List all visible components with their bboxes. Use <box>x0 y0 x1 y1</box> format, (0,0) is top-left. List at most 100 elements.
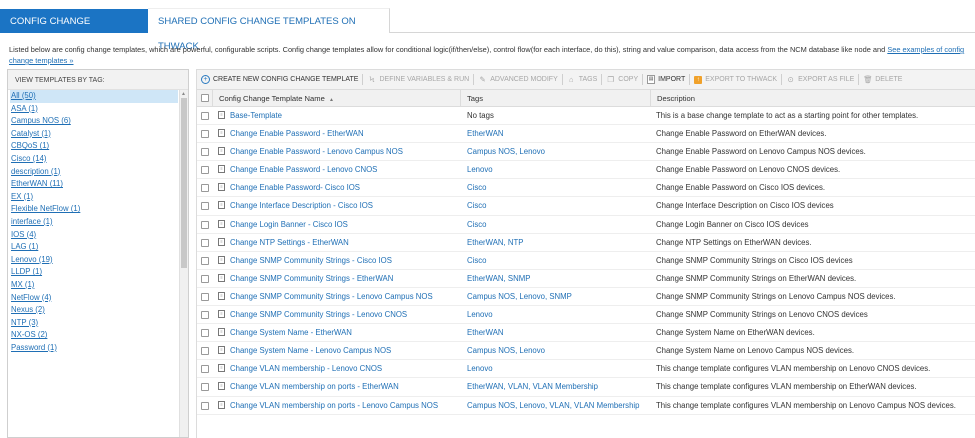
sidebar-tag-item[interactable]: LLDP (1) <box>8 266 180 279</box>
template-tags[interactable]: Campus NOS, Lenovo <box>467 143 653 161</box>
sidebar-tag-item[interactable]: NTP (3) <box>8 317 180 330</box>
toolbar-button-import[interactable]: ▤ Import <box>647 75 685 84</box>
table-row[interactable]: ≡ Change VLAN membership on ports - Ether… <box>197 378 975 397</box>
sidebar-tag-item[interactable]: CBQoS (1) <box>8 140 180 153</box>
select-all-checkbox[interactable] <box>201 94 209 102</box>
table-row[interactable]: ≡ Base-Template No tags This is a base chan… <box>197 107 975 126</box>
sidebar-tag-item[interactable]: Catalyst (1) <box>8 128 180 141</box>
template-name-link[interactable]: Change Enable Password- Cisco IOS <box>230 179 461 197</box>
template-name-link[interactable]: Change SNMP Community Strings - Cisco IO… <box>230 252 461 270</box>
template-name-link[interactable]: Change Enable Password - Lenovo CNOS <box>230 161 461 179</box>
table-row[interactable]: ≡ Change Login Banner - Cisco IOS Cisco Cha… <box>197 216 975 234</box>
template-tags[interactable]: Campus NOS, Lenovo, SNMP <box>467 288 653 306</box>
template-tags[interactable]: EtherWAN, VLAN, VLAN Membership <box>467 378 653 396</box>
sidebar-tag-item[interactable]: LAG (1) <box>8 241 180 254</box>
sidebar-tag-item[interactable]: ASA (1) <box>8 103 180 116</box>
sidebar-tag-item[interactable]: NetFlow (4) <box>8 292 180 305</box>
sidebar-tag-item[interactable]: EtherWAN (11) <box>8 178 180 191</box>
table-row[interactable]: ≡ Change Interface Description - Cisco IO… <box>197 197 975 216</box>
template-tags[interactable]: EtherWAN <box>467 125 653 143</box>
template-tags[interactable]: Lenovo <box>467 306 653 324</box>
column-header-tags[interactable]: Tags <box>460 90 650 107</box>
table-row[interactable]: ≡ Change System Name - EtherWAN EtherWAN Ch… <box>197 324 975 343</box>
sidebar-tag-item[interactable]: Campus NOS (6) <box>8 115 180 128</box>
template-name-link[interactable]: Change System Name - EtherWAN <box>230 324 461 342</box>
toolbar-button-create-new-config-change-template[interactable]: + Create New Config Change Template <box>201 75 358 84</box>
row-checkbox[interactable] <box>201 329 209 338</box>
toolbar-button-define-variables-run[interactable]: ϟ Define Variables & Run <box>367 75 470 84</box>
table-row[interactable]: ≡ Change System Name - Lenovo Campus NOS C… <box>197 342 975 361</box>
row-checkbox[interactable] <box>201 311 209 320</box>
template-name-link[interactable]: Change SNMP Community Strings - Lenovo C… <box>230 288 461 306</box>
column-header-description[interactable]: Description <box>650 90 975 107</box>
row-checkbox[interactable] <box>201 238 209 247</box>
row-checkbox[interactable] <box>201 274 209 283</box>
row-checkbox[interactable] <box>201 148 209 157</box>
row-checkbox[interactable] <box>201 130 209 139</box>
row-checkbox[interactable] <box>201 365 209 374</box>
table-row[interactable]: ≡ Change Enable Password - Lenovo CNOS Len… <box>197 161 975 180</box>
scrollbar-thumb[interactable] <box>181 98 187 268</box>
sidebar-tag-item[interactable]: MX (1) <box>8 279 180 292</box>
template-tags[interactable]: Cisco <box>467 197 653 215</box>
table-row[interactable]: ≡ Change SNMP Community Strings - Lenovo … <box>197 306 975 325</box>
template-tags[interactable]: Campus NOS, Lenovo, VLAN, VLAN Membershi… <box>467 397 653 415</box>
template-name-link[interactable]: Change SNMP Community Strings - Lenovo C… <box>230 306 461 324</box>
sidebar-tag-item[interactable]: interface (1) <box>8 216 180 229</box>
row-checkbox[interactable] <box>201 383 209 392</box>
sidebar-tag-item[interactable]: Password (1) <box>8 342 180 355</box>
template-name-link[interactable]: Change Login Banner - Cisco IOS <box>230 216 461 234</box>
row-checkbox[interactable] <box>201 184 209 193</box>
template-tags[interactable]: Cisco <box>467 179 653 197</box>
row-checkbox[interactable] <box>201 401 209 410</box>
template-name-link[interactable]: Change Enable Password - Lenovo Campus N… <box>230 143 461 161</box>
table-row[interactable]: ≡ Change VLAN membership - Lenovo CNOS Len… <box>197 360 975 379</box>
template-name-link[interactable]: Change VLAN membership - Lenovo CNOS <box>230 360 461 378</box>
scroll-up-icon[interactable]: ▲ <box>181 91 186 97</box>
sidebar-tag-item[interactable]: Cisco (14) <box>8 153 180 166</box>
sidebar-scrollbar[interactable]: ▲ <box>179 90 188 437</box>
sidebar-tag-item[interactable]: NX-OS (2) <box>8 329 180 342</box>
sidebar-tag-item[interactable]: Flexible NetFlow (1) <box>8 203 180 216</box>
table-row[interactable]: ≡ Change NTP Settings - EtherWAN EtherWAN,… <box>197 234 975 252</box>
toolbar-button-delete[interactable]: 🗑 Delete <box>863 75 902 84</box>
tab-shared-templates-thwack[interactable]: Shared Config Change Templates on THWACK <box>148 8 390 52</box>
table-row[interactable]: ≡ Change Enable Password - Lenovo Campus … <box>197 143 975 162</box>
row-checkbox[interactable] <box>201 220 209 229</box>
table-row[interactable]: ≡ Change VLAN membership on ports - Lenov… <box>197 397 975 415</box>
template-tags[interactable]: EtherWAN <box>467 324 653 342</box>
template-tags[interactable]: Lenovo <box>467 161 653 179</box>
template-name-link[interactable]: Change Enable Password - EtherWAN <box>230 125 461 143</box>
sidebar-tag-item[interactable]: IOS (4) <box>8 229 180 242</box>
template-name-link[interactable]: Change System Name - Lenovo Campus NOS <box>230 342 461 360</box>
row-checkbox[interactable] <box>201 256 209 265</box>
row-checkbox[interactable] <box>201 112 209 120</box>
template-name-link[interactable]: Base-Template <box>230 107 461 125</box>
row-checkbox[interactable] <box>201 292 209 301</box>
table-row[interactable]: ≡ Change SNMP Community Strings - Cisco I… <box>197 252 975 270</box>
toolbar-button-tags[interactable]: ⌂ Tags <box>567 75 597 84</box>
sidebar-tag-item[interactable]: Lenovo (19) <box>8 254 180 267</box>
toolbar-button-advanced-modify[interactable]: ✎ Advanced Modify <box>478 75 558 84</box>
table-row[interactable]: ≡ Change Enable Password- Cisco IOS Cisco C… <box>197 179 975 198</box>
sidebar-tag-item[interactable]: EX (1) <box>8 191 180 204</box>
sidebar-tag-item[interactable]: description (1) <box>8 166 180 179</box>
template-name-link[interactable]: Change Interface Description - Cisco IOS <box>230 197 461 215</box>
sidebar-tag-item[interactable]: All (50) <box>10 90 178 103</box>
column-header-name[interactable]: Config Change Template Name ▲ <box>212 90 467 107</box>
row-checkbox[interactable] <box>201 166 209 175</box>
toolbar-button-export-to-thwack[interactable]: ↑ Export to THWACK <box>694 75 777 84</box>
table-row[interactable]: ≡ Change SNMP Community Strings - EtherWA… <box>197 270 975 288</box>
table-row[interactable]: ≡ Change SNMP Community Strings - Lenovo … <box>197 288 975 307</box>
template-name-link[interactable]: Change VLAN membership on ports - EtherW… <box>230 378 461 396</box>
template-name-link[interactable]: Change SNMP Community Strings - EtherWAN <box>230 270 461 288</box>
template-name-link[interactable]: Change VLAN membership on ports - Lenovo… <box>230 397 461 415</box>
row-checkbox[interactable] <box>201 347 209 356</box>
template-tags[interactable]: EtherWAN, NTP <box>467 234 653 252</box>
sidebar-tag-item[interactable]: Nexus (2) <box>8 304 180 317</box>
template-tags[interactable]: Cisco <box>467 252 653 270</box>
row-checkbox[interactable] <box>201 202 209 211</box>
template-tags[interactable]: Campus NOS, Lenovo <box>467 342 653 360</box>
toolbar-button-copy[interactable]: ❐ Copy <box>606 75 638 84</box>
template-tags[interactable]: Lenovo <box>467 360 653 378</box>
